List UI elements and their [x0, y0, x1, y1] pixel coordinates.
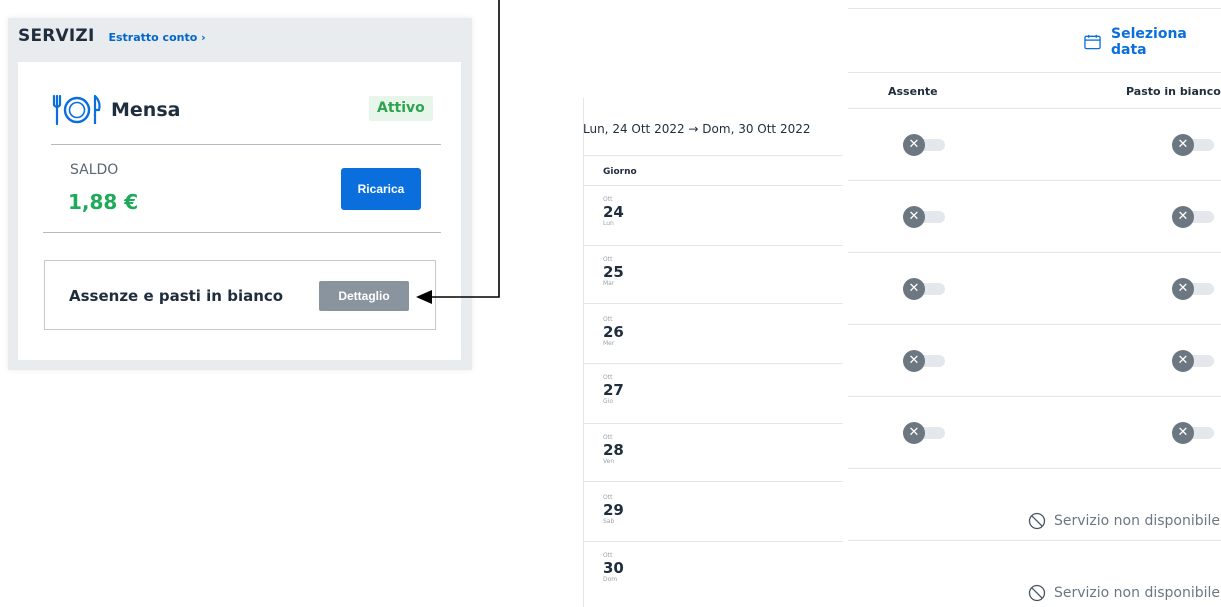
toggle-assente[interactable]: ✕: [903, 350, 949, 372]
column-header-giorno: Giorno: [603, 167, 637, 177]
toggle-assente[interactable]: ✕: [903, 206, 949, 228]
day-weekday: Gio: [603, 398, 613, 405]
day-number: 29: [603, 501, 624, 519]
day-weekday: Mar: [603, 280, 615, 287]
close-icon: ✕: [1172, 350, 1194, 372]
divider: [43, 232, 441, 233]
day-weekday: Dom: [603, 576, 618, 583]
divider: [848, 180, 1221, 181]
column-header-assente: Assente: [888, 85, 938, 98]
day-label: Ott 25 Mar: [603, 256, 639, 288]
day-label: Ott 28 Ven: [603, 434, 639, 466]
toggle-assente[interactable]: ✕: [903, 278, 949, 300]
divider: [583, 155, 843, 156]
day-label: Ott 27 Gio: [603, 374, 639, 406]
divider: [848, 468, 1221, 469]
column-header-pasto-in-bianco: Pasto in bianco: [1126, 85, 1221, 98]
day-number: 30: [603, 559, 624, 577]
assenze-box: Assenze e pasti in bianco Dettaglio: [44, 260, 436, 330]
saldo-label: SALDO: [70, 162, 119, 178]
day-weekday: Sab: [603, 518, 615, 525]
seleziona-data-label: Seleziona data: [1111, 26, 1187, 58]
close-icon: ✕: [1172, 422, 1194, 444]
divider: [583, 185, 843, 186]
day-number: 28: [603, 441, 624, 459]
week-range: Lun, 24 Ott 2022 → Dom, 30 Ott 2022: [583, 122, 811, 136]
estratto-conto-link[interactable]: Estratto conto ›: [108, 31, 205, 44]
unavailable-label: Servizio non disponibile: [1054, 513, 1221, 529]
day-weekday: Lun: [603, 220, 614, 227]
prohibited-icon: [1028, 512, 1046, 530]
servizio-non-disponibile: Servizio non disponibile: [1028, 512, 1220, 530]
close-icon: ✕: [1172, 134, 1194, 156]
close-icon: ✕: [903, 350, 925, 372]
servizi-panel: SERVIZI Estratto conto › Mensa Attivo SA…: [8, 18, 472, 370]
close-icon: ✕: [903, 134, 925, 156]
mensa-card: Mensa Attivo SALDO 1,88 € Ricarica Assen…: [18, 62, 461, 360]
divider: [51, 144, 441, 145]
divider: [583, 423, 843, 424]
day-label: Ott 26 Mer: [603, 316, 639, 348]
plate-fork-knife-icon: [52, 94, 101, 126]
toggle-pasto-in-bianco[interactable]: ✕: [1172, 350, 1218, 372]
toggle-pasto-in-bianco[interactable]: ✕: [1172, 278, 1218, 300]
divider: [848, 108, 1221, 109]
day-number: 26: [603, 323, 624, 341]
divider: [848, 72, 1221, 73]
day-number: 25: [603, 263, 624, 281]
close-icon: ✕: [903, 206, 925, 228]
toggle-pasto-in-bianco[interactable]: ✕: [1172, 134, 1218, 156]
day-weekday: Mer: [603, 340, 615, 347]
ricarica-button[interactable]: Ricarica: [341, 168, 421, 210]
divider: [583, 481, 843, 482]
prohibited-icon: [1028, 584, 1046, 602]
day-number: 24: [603, 203, 624, 221]
toggle-pasto-in-bianco[interactable]: ✕: [1172, 206, 1218, 228]
divider: [583, 303, 843, 304]
day-label: Ott 29 Sab: [603, 494, 639, 526]
divider: [583, 363, 843, 364]
close-icon: ✕: [1172, 206, 1194, 228]
seleziona-data-button[interactable]: Seleziona data: [1084, 26, 1221, 58]
day-label: Ott 24 Lun: [603, 196, 639, 228]
assenze-label: Assenze e pasti in bianco: [69, 287, 284, 305]
divider: [848, 540, 1221, 541]
servizi-header: SERVIZI Estratto conto ›: [18, 26, 206, 46]
toggle-assente[interactable]: ✕: [903, 134, 949, 156]
day-weekday: Ven: [603, 458, 615, 465]
unavailable-label: Servizio non disponibile: [1054, 585, 1221, 601]
saldo-value: 1,88 €: [68, 190, 139, 214]
day-number: 27: [603, 381, 624, 399]
servizio-non-disponibile: Servizio non disponibile: [1028, 584, 1220, 602]
divider: [583, 245, 843, 246]
mensa-title: Mensa: [111, 99, 181, 121]
divider: [848, 252, 1221, 253]
close-icon: ✕: [1172, 278, 1194, 300]
status-badge: Attivo: [369, 96, 433, 121]
divider: [848, 8, 1221, 9]
day-label: Ott 30 Dom: [603, 552, 639, 584]
divider: [848, 324, 1221, 325]
toggle-assente[interactable]: ✕: [903, 422, 949, 444]
close-icon: ✕: [903, 422, 925, 444]
toggle-pasto-in-bianco[interactable]: ✕: [1172, 422, 1218, 444]
close-icon: ✕: [903, 278, 925, 300]
divider: [583, 541, 843, 542]
dettaglio-button[interactable]: Dettaglio: [319, 281, 409, 311]
calendar-icon: [1084, 34, 1101, 50]
servizi-title: SERVIZI: [18, 26, 95, 46]
divider: [848, 396, 1221, 397]
